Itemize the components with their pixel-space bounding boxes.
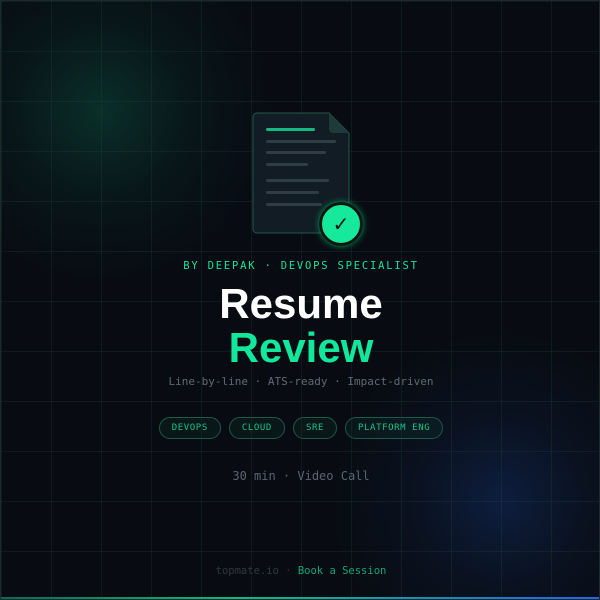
tag-list: DEVOPS CLOUD SRE PLATFORM ENG	[1, 417, 599, 439]
footer: topmate.io · Book a Session	[1, 565, 599, 577]
checkmark-icon: ✓	[332, 212, 350, 236]
promo-card: ✓ BY DEEPAK · DEVOPS SPECIALIST Resume R…	[0, 0, 600, 600]
tag-platform-eng: PLATFORM ENG	[345, 417, 444, 439]
tag-sre: SRE	[292, 417, 338, 439]
accent-bar	[1, 597, 599, 599]
byline: BY DEEPAK · DEVOPS SPECIALIST	[183, 260, 419, 272]
footer-site[interactable]: topmate.io	[216, 565, 279, 577]
subtitle: Line-by-line · ATS-ready · Impact-driven	[168, 375, 434, 388]
page-title-line-2: Review	[228, 324, 374, 371]
footer-separator: ·	[285, 565, 292, 577]
session-meta: 30 min · Video Call	[232, 469, 370, 483]
book-session-link[interactable]: Book a Session	[298, 565, 387, 577]
tag-cloud: CLOUD	[228, 417, 285, 439]
page-title-line-1: Resume	[219, 280, 383, 327]
tag-devops: DEVOPS	[158, 417, 221, 439]
